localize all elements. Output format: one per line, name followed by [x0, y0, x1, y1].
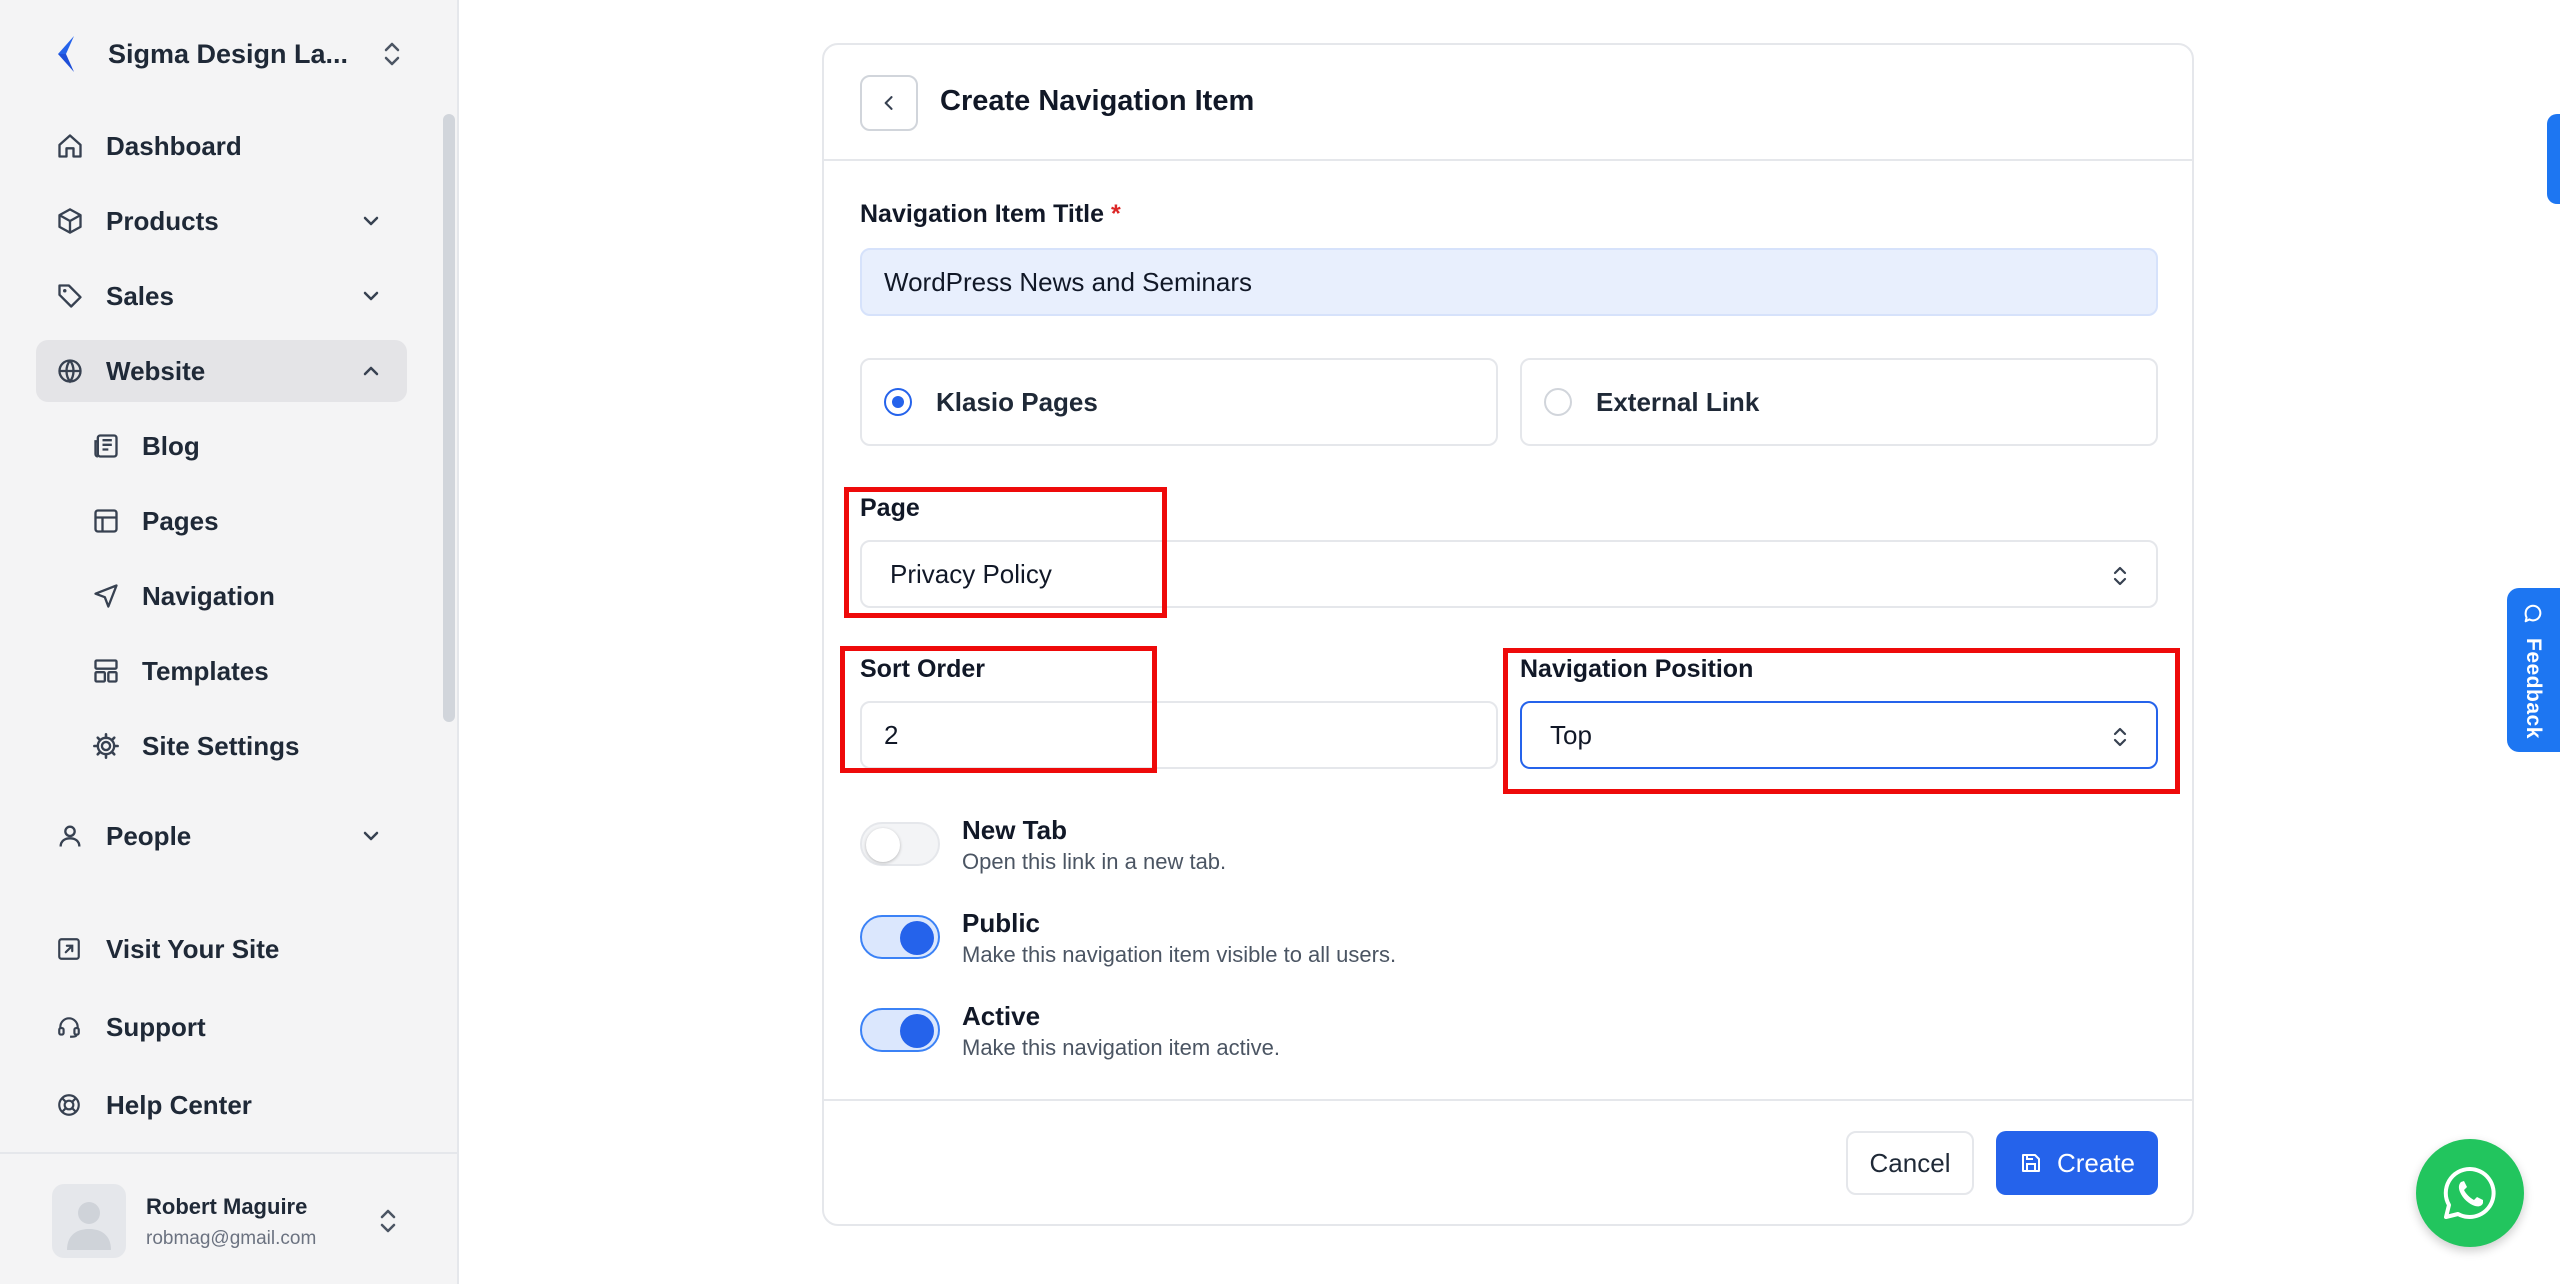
sidebar-item-label: Pages: [142, 505, 219, 536]
box-icon: [58, 208, 82, 234]
layout-icon: [94, 509, 118, 533]
whatsapp-icon: [2443, 1166, 2496, 1219]
public-toggle[interactable]: [860, 915, 940, 959]
sidebar: Sigma Design La... Dashboard Products Sa…: [0, 0, 459, 1284]
toggle-knob: [900, 921, 934, 955]
brand-logo-icon: [58, 36, 74, 72]
sidebar-item-label: Navigation: [142, 580, 275, 611]
sidebar-item-label: Website: [106, 355, 206, 386]
toggle-knob: [900, 1014, 934, 1048]
sidebar-scrollbar[interactable]: [443, 114, 455, 722]
external-link-icon: [58, 938, 80, 960]
user-menu[interactable]: Robert Maguire robmag@gmail.com: [0, 1152, 459, 1284]
sidebar-subitem-pages[interactable]: Pages: [72, 491, 407, 551]
send-icon: [94, 584, 118, 608]
nav-title-label: Navigation Item Title *: [860, 200, 1121, 229]
sidebar-item-label: Blog: [142, 430, 200, 461]
new-tab-title: New Tab: [962, 815, 1067, 845]
sidebar-item-label: Dashboard: [106, 130, 242, 161]
new-tab-toggle[interactable]: [860, 822, 940, 866]
radio-external-link[interactable]: External Link: [1520, 358, 2158, 446]
highlight-box-sort-order: [840, 646, 1157, 773]
sidebar-footer-visit-site[interactable]: Visit Your Site: [36, 919, 407, 979]
radio-label: Klasio Pages: [936, 386, 1098, 417]
sidebar-item-sales[interactable]: Sales: [36, 265, 407, 327]
chevron-down-icon: [363, 216, 379, 226]
globe-icon: [58, 359, 82, 384]
create-button-label: Create: [2056, 1147, 2136, 1178]
create-navigation-card: Create Navigation Item Navigation Item T…: [822, 43, 2194, 1226]
chevron-up-icon: [363, 366, 379, 376]
cog-icon: [93, 733, 119, 759]
public-desc: Make this navigation item visible to all…: [962, 942, 1397, 967]
headset-icon: [58, 1017, 80, 1038]
home-icon: [58, 134, 82, 158]
edge-tab[interactable]: [2547, 114, 2560, 204]
sidebar-subitem-navigation[interactable]: Navigation: [72, 566, 407, 626]
active-desc: Make this navigation item active.: [962, 1035, 1280, 1060]
sidebar-item-label: Sales: [106, 280, 174, 311]
sidebar-item-people[interactable]: People: [36, 805, 407, 867]
user-email: robmag@gmail.com: [146, 1228, 317, 1249]
templates-icon: [94, 659, 118, 683]
radio-label: External Link: [1596, 386, 1760, 417]
sidebar-subitem-site-settings[interactable]: Site Settings: [72, 716, 407, 776]
toggle-knob: [866, 828, 900, 862]
avatar-placeholder-icon: [67, 1202, 111, 1250]
sidebar-item-label: Products: [106, 205, 219, 236]
sidebar-item-website[interactable]: Website: [36, 340, 407, 402]
whatsapp-button[interactable]: [2416, 1139, 2524, 1247]
page-title: Create Navigation Item: [940, 85, 1255, 117]
active-toggle[interactable]: [860, 1008, 940, 1052]
chat-bubble-icon: [2524, 604, 2542, 623]
chevron-up-down-icon: [384, 42, 400, 66]
nav-title-label-text: Navigation Item Title: [860, 200, 1105, 228]
sidebar-item-dashboard[interactable]: Dashboard: [36, 115, 407, 177]
sidebar-item-label: Templates: [142, 655, 269, 686]
sidebar-item-label: Help Center: [106, 1089, 252, 1120]
sidebar-item-label: Site Settings: [142, 730, 300, 761]
life-buoy-icon: [58, 1094, 80, 1116]
user-name: Robert Maguire: [146, 1194, 308, 1219]
sidebar-item-label: People: [106, 820, 192, 851]
radio-selected-icon[interactable]: [884, 388, 912, 416]
avatar: [52, 1184, 126, 1258]
chevron-up-down-icon[interactable]: [376, 1206, 400, 1236]
active-title: Active: [962, 1001, 1041, 1031]
highlight-box-nav-position: [1503, 648, 2180, 794]
sidebar-item-label: Support: [106, 1011, 206, 1042]
sidebar-footer-help-center[interactable]: Help Center: [36, 1075, 407, 1135]
required-mark: *: [1110, 200, 1121, 228]
cancel-button[interactable]: Cancel: [1846, 1131, 1974, 1195]
public-title: Public: [962, 908, 1041, 938]
create-button[interactable]: Create: [1996, 1131, 2158, 1195]
back-button[interactable]: [860, 75, 918, 131]
sidebar-item-products[interactable]: Products: [36, 190, 407, 252]
chevron-up-down-icon: [2113, 566, 2127, 586]
user-icon: [59, 825, 81, 847]
tag-icon: [58, 284, 82, 308]
team-name: Sigma Design La...: [108, 38, 349, 69]
team-switcher[interactable]: Sigma Design La...: [52, 30, 404, 78]
card-footer: Cancel Create: [824, 1099, 2192, 1226]
save-icon: [2021, 1154, 2040, 1172]
feedback-tab[interactable]: Feedback: [2507, 588, 2560, 752]
nav-title-input[interactable]: WordPress News and Seminars: [860, 248, 2158, 316]
highlight-box-page: [844, 487, 1167, 618]
sidebar-subitem-templates[interactable]: Templates: [72, 641, 407, 701]
chevron-left-icon: [884, 96, 893, 110]
feedback-label: Feedback: [2522, 638, 2545, 739]
card-header: Create Navigation Item: [824, 45, 2192, 161]
sidebar-item-label: Visit Your Site: [106, 933, 280, 964]
sidebar-footer-support[interactable]: Support: [36, 997, 407, 1057]
radio-klasio-pages[interactable]: Klasio Pages: [860, 358, 1498, 446]
sidebar-subitem-blog[interactable]: Blog: [72, 416, 407, 476]
new-tab-desc: Open this link in a new tab.: [962, 849, 1227, 874]
newspaper-icon: [94, 434, 118, 458]
radio-unselected-icon[interactable]: [1544, 388, 1572, 416]
chevron-down-icon: [363, 291, 379, 301]
chevron-down-icon: [363, 831, 379, 841]
